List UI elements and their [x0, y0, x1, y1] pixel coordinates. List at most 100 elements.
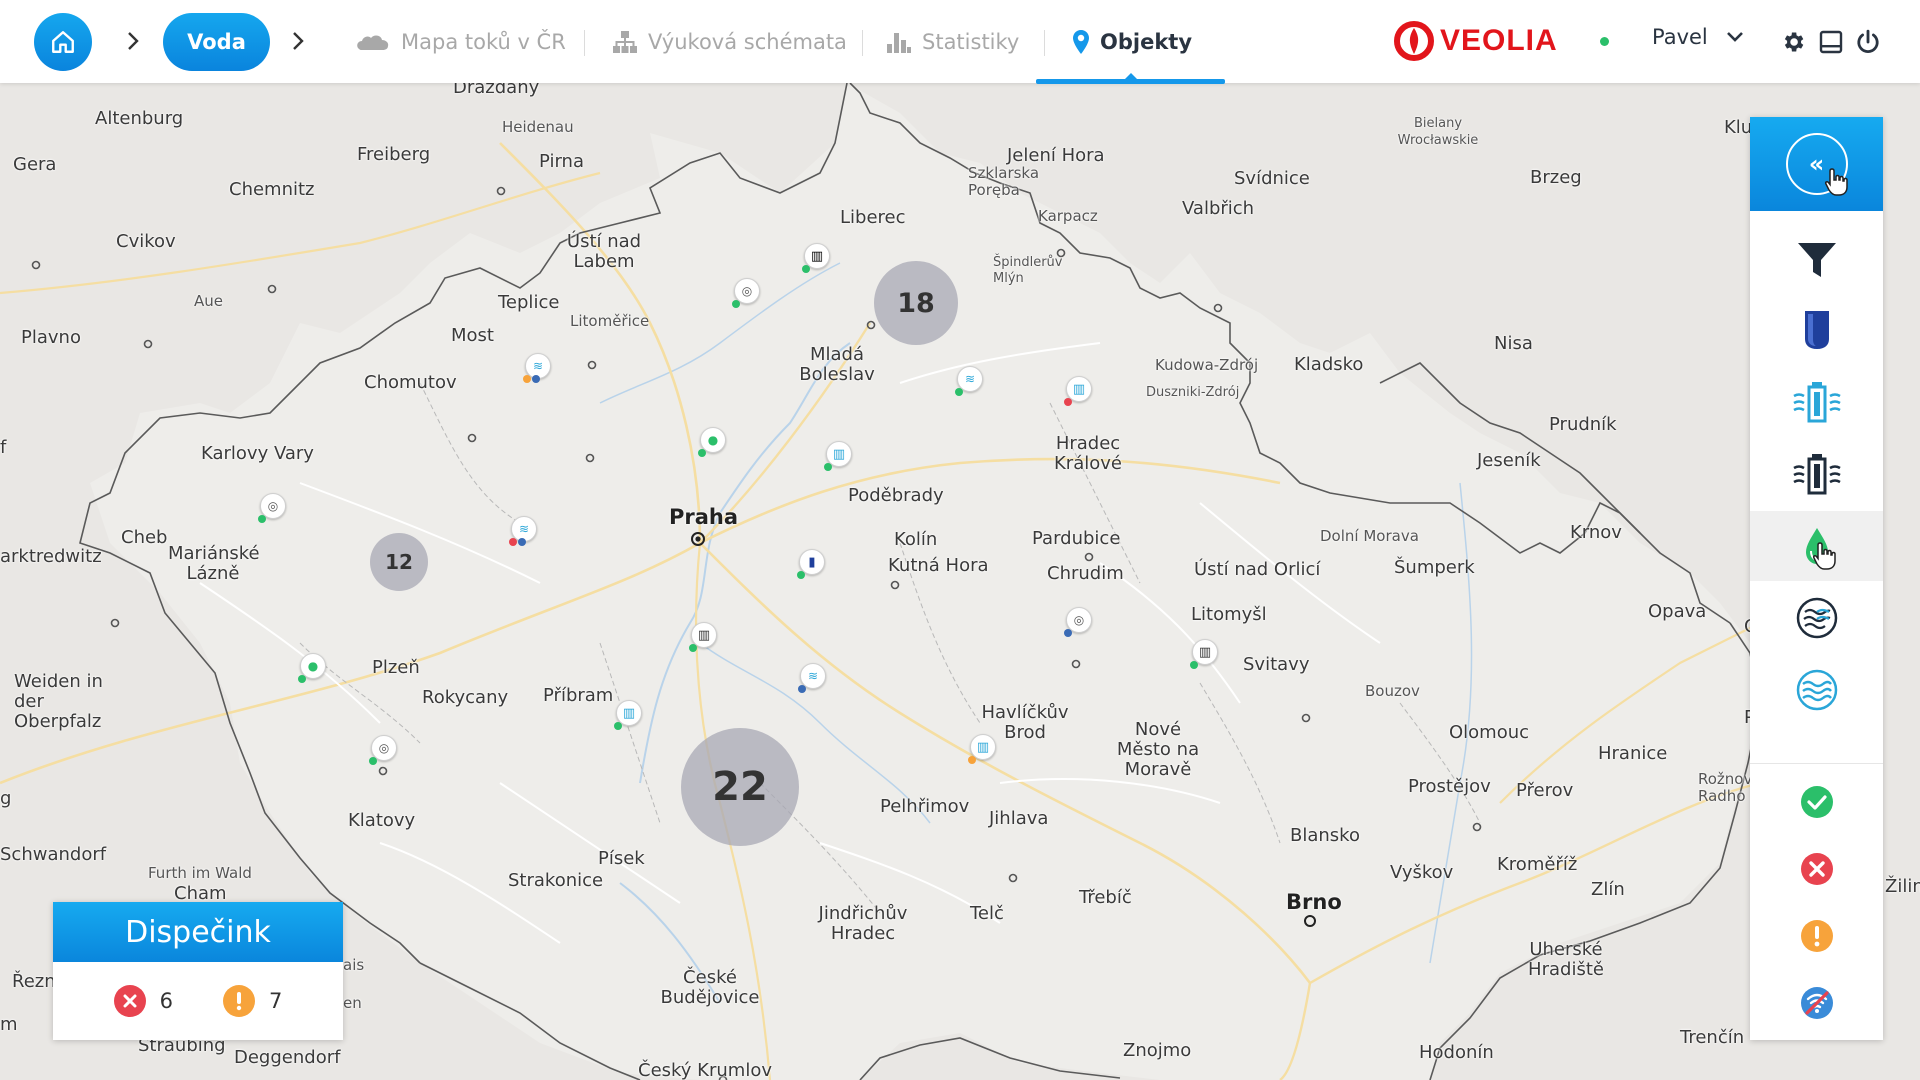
map-city-label: Liberec [840, 207, 906, 228]
map-city-label: Olomouc [1449, 722, 1530, 743]
wastewater-icon: ◎ [378, 741, 390, 755]
map-marker-water-treatment[interactable]: ▥ [1064, 376, 1092, 406]
map-city-label: Drazdany [453, 83, 540, 98]
map-marker-water-waves[interactable]: ≋ [798, 663, 826, 693]
layer-water-treatment-button[interactable] [1750, 367, 1883, 437]
map-marker-wastewater[interactable]: ◎ [369, 735, 397, 765]
map-city-label: Brno [1286, 890, 1342, 914]
layer-sewage-treatment-button[interactable] [1750, 439, 1883, 509]
nav-tab-mapa-toku[interactable]: Mapa toků v ČR [355, 22, 566, 62]
map-city-label: Strakonice [508, 870, 604, 891]
map-cluster[interactable]: 22 [681, 728, 799, 846]
status-warning-filter-button[interactable] [1750, 901, 1883, 971]
map-city-label: Dolní Morava [1320, 527, 1419, 545]
map-marker-water-treatment[interactable]: ▥ [614, 700, 642, 730]
layer-water-drop-button[interactable] [1750, 511, 1883, 581]
map-city-label: Pardubice [1032, 528, 1121, 549]
map-marker-wastewater[interactable]: ◎ [258, 493, 286, 523]
map-city-label: Svitavy [1243, 654, 1310, 675]
settings-button[interactable] [1778, 27, 1808, 57]
status-ok-filter-button[interactable] [1750, 767, 1883, 837]
map-city-label: en [343, 994, 362, 1012]
power-icon [1857, 29, 1879, 53]
map-city-label: Deggendorf [234, 1047, 341, 1068]
home-button[interactable] [34, 13, 92, 71]
map-marker-water-waves[interactable]: ≋ [509, 516, 537, 546]
nav-tab-label: Objekty [1100, 30, 1193, 54]
map-city-label: Mariánské Lázně [168, 543, 260, 584]
user-menu[interactable]: Pavel [1652, 25, 1744, 49]
map-city-label: Szklarska Poręba [968, 164, 1040, 199]
map-city-label: Jihlava [989, 808, 1049, 829]
map-marker-water-treatment[interactable]: ▥ [968, 734, 996, 764]
map-city-label: Pirna [539, 151, 584, 172]
breadcrumb-voda-button[interactable]: Voda [163, 13, 270, 71]
water-waves-icon: ≋ [532, 359, 544, 373]
map-city-label: Rožnov Radho [1698, 770, 1753, 805]
map-city-label: Příbram [543, 685, 614, 706]
map-marker-reservoir[interactable]: ▮ [797, 549, 825, 579]
map-marker-water-drop[interactable]: ● [698, 427, 726, 457]
map-city-label: Bouzov [1365, 682, 1420, 700]
map-city-label: Karpacz [1038, 207, 1098, 225]
map-city-label: Hodonín [1419, 1042, 1494, 1063]
map-city-label: Český Krumlov [638, 1060, 772, 1080]
chevron-right-icon [126, 28, 140, 54]
top-navigation-bar: Voda Mapa toků v ČR Výuková schémata Sta… [0, 0, 1920, 84]
map-city-label: Hranice [1598, 743, 1668, 764]
water-treatment-icon: ▥ [810, 248, 824, 264]
map-marker-wastewater[interactable]: ◎ [1064, 607, 1092, 637]
map-marker-water-treatment[interactable]: ▥ [802, 243, 830, 273]
map-city-label: Poděbrady [848, 485, 944, 506]
map-marker-wastewater[interactable]: ◎ [732, 278, 760, 308]
dispecink-errors[interactable]: 6 [113, 985, 173, 1017]
veolia-logo-icon [1394, 21, 1434, 61]
map-marker-water-treatment[interactable]: ▥ [824, 441, 852, 471]
nav-tab-objekty[interactable]: Objekty [1072, 22, 1192, 62]
nav-divider [1044, 30, 1045, 56]
reservoir-icon: ▮ [808, 554, 816, 570]
layer-reservoir-button[interactable] [1750, 295, 1883, 365]
map-city-label: Jelení Hora [1007, 145, 1105, 166]
map-city-label: Nové Město na Moravě [1116, 719, 1200, 780]
map-marker-sewage-treatment[interactable]: ▥ [689, 622, 717, 652]
map-city-label: Chemnitz [229, 179, 315, 200]
map-city-label: Opava [1648, 601, 1707, 622]
map-cluster[interactable]: 18 [874, 261, 958, 345]
map-city-label: Valbřich [1182, 198, 1255, 219]
logout-button[interactable] [1853, 27, 1883, 57]
map-marker-water-waves[interactable]: ≋ [523, 353, 551, 383]
map-marker-water-drop[interactable]: ● [298, 653, 326, 683]
error-status-icon [1800, 853, 1833, 885]
display-button[interactable] [1816, 27, 1846, 57]
nav-tab-vyukova-schemata[interactable]: Výuková schémata [612, 22, 847, 62]
map-city-label: Rokycany [422, 687, 509, 708]
warning-status-icon [1800, 920, 1833, 952]
veolia-logo[interactable]: VEOLIA [1394, 20, 1558, 62]
layer-wastewater-button[interactable] [1750, 583, 1883, 653]
status-error-filter-button[interactable] [1750, 834, 1883, 904]
dispecink-warnings[interactable]: 7 [223, 985, 282, 1017]
map-city-label: Litomyšl [1191, 604, 1267, 625]
map-pin-icon [1073, 30, 1089, 54]
map-city-label: Prudník [1549, 414, 1617, 435]
nav-tab-label: Výuková schémata [648, 30, 847, 54]
water-drop-icon [1805, 528, 1828, 564]
map-city-label: Most [451, 325, 494, 346]
nav-tab-statistiky[interactable]: Statistiky [886, 22, 1019, 62]
map-city-label: Brzeg [1530, 167, 1582, 188]
filter-button[interactable] [1750, 225, 1883, 295]
warning-status-icon [223, 985, 255, 1017]
water-treatment-icon: ▥ [1072, 381, 1086, 397]
online-status-indicator [1600, 37, 1609, 46]
status-no-connection-filter-button[interactable] [1750, 968, 1883, 1038]
collapse-panel-button[interactable]: « [1750, 117, 1883, 211]
dispecink-title[interactable]: Dispečink [53, 902, 343, 962]
map-cluster[interactable]: 12 [370, 533, 428, 591]
layer-water-waves-button[interactable] [1750, 655, 1883, 725]
dispecink-widget: Dispečink 6 7 [53, 902, 343, 1040]
map-marker-sewage-treatment[interactable]: ▥ [1190, 639, 1218, 669]
chevron-down-icon [1726, 32, 1743, 42]
map-marker-water-waves[interactable]: ≋ [955, 366, 983, 396]
cloud-icon [357, 35, 389, 50]
